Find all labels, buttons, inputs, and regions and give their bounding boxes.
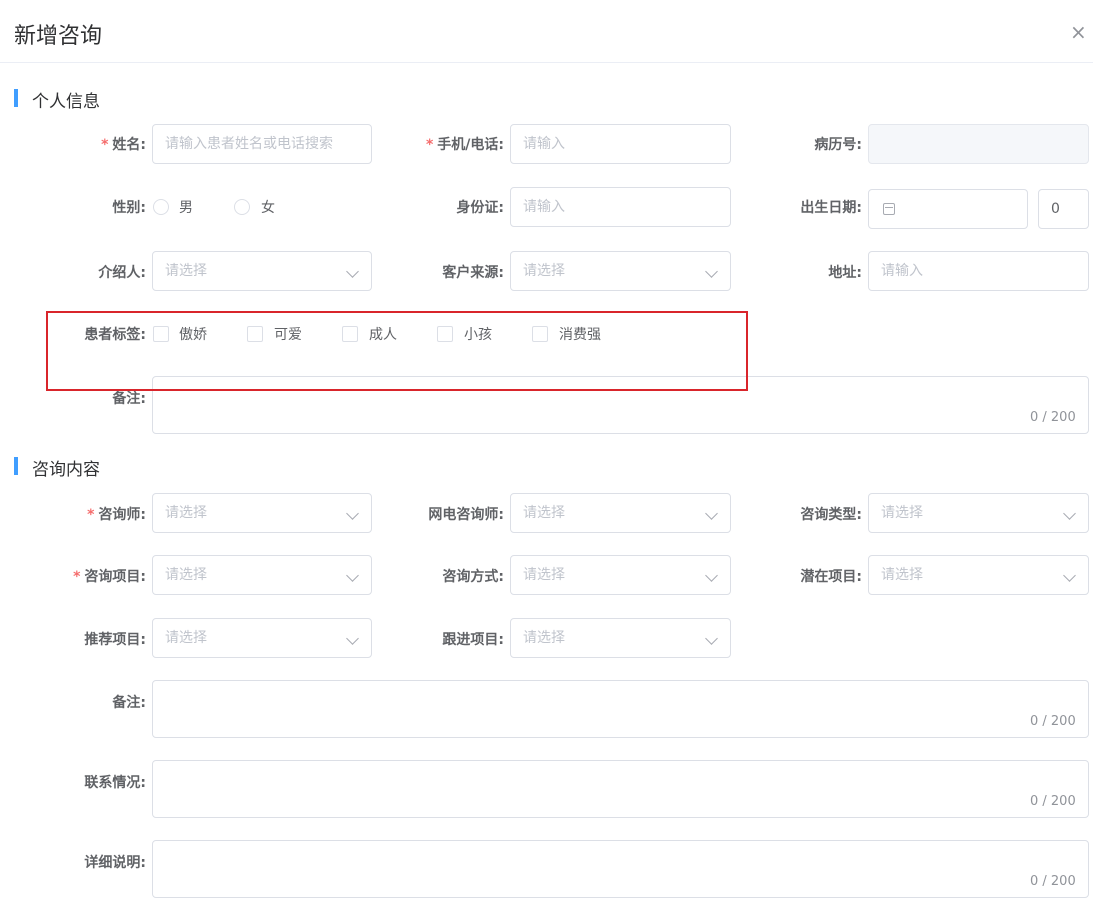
chevron-down-icon [346, 507, 359, 520]
header-divider [0, 62, 1093, 63]
method-select[interactable]: 请选择 [510, 555, 731, 595]
chevron-down-icon [705, 265, 718, 278]
required-mark: * [87, 507, 95, 523]
dialog-title: 新增咨询 [14, 24, 103, 49]
source-select[interactable]: 请选择 [510, 251, 731, 291]
name-label: * 姓名: [40, 134, 146, 154]
gender-label: 性别: [112, 200, 146, 216]
project-label-text: 咨询项目: [84, 569, 146, 585]
contact-textarea[interactable] [152, 760, 1089, 818]
consultant-label: * 咨询师: [40, 504, 146, 524]
char-counter: 0 / 200 [1030, 874, 1076, 889]
section-title-personal: 个人信息 [32, 92, 100, 112]
phone-label-text: 手机/电话: [437, 137, 504, 153]
consult-type-placeholder: 请选择 [881, 505, 923, 521]
chevron-down-icon [346, 569, 359, 582]
method-placeholder: 请选择 [523, 567, 565, 583]
chevron-down-icon [705, 632, 718, 645]
recommend-placeholder: 请选择 [165, 630, 207, 646]
source-placeholder: 请选择 [523, 263, 565, 279]
referrer-label: 介绍人: [98, 265, 146, 281]
chevron-down-icon [1063, 507, 1076, 520]
consult-type-select[interactable]: 请选择 [868, 493, 1089, 533]
chevron-down-icon [346, 632, 359, 645]
close-icon[interactable]: × [1070, 22, 1087, 42]
required-mark: * [425, 137, 434, 153]
consultant-select[interactable]: 请选择 [152, 493, 372, 533]
name-label-text: 姓名: [112, 137, 146, 153]
chevron-down-icon [705, 507, 718, 520]
consult-remark-label: 备注: [112, 695, 146, 711]
follow-select[interactable]: 请选择 [510, 618, 731, 658]
radio-male-label[interactable]: 男 [179, 197, 193, 217]
chevron-down-icon [705, 569, 718, 582]
recommend-select[interactable]: 请选择 [152, 618, 372, 658]
birth-label: 出生日期: [800, 200, 862, 216]
recommend-label: 推荐项目: [84, 632, 146, 648]
detail-textarea[interactable] [152, 840, 1089, 898]
section-marker [14, 89, 18, 107]
highlight-box [46, 311, 748, 391]
birth-date-picker[interactable] [868, 189, 1028, 229]
online-consultant-placeholder: 请选择 [523, 505, 565, 521]
section-title-consult: 咨询内容 [32, 460, 100, 480]
contact-label: 联系情况: [84, 775, 146, 791]
char-counter: 0 / 200 [1030, 410, 1076, 425]
name-input[interactable]: 请输入患者姓名或电话搜索 [152, 124, 372, 164]
radio-female[interactable] [234, 199, 250, 215]
char-counter: 0 / 200 [1030, 714, 1076, 729]
online-consultant-label: 网电咨询师: [428, 507, 504, 523]
section-marker [14, 457, 18, 475]
potential-placeholder: 请选择 [881, 567, 923, 583]
id-card-input[interactable]: 请输入 [510, 187, 731, 227]
consult-remark-textarea[interactable] [152, 680, 1089, 738]
char-counter: 0 / 200 [1030, 794, 1076, 809]
potential-label: 潜在项目: [800, 569, 862, 585]
source-label: 客户来源: [442, 265, 504, 281]
potential-select[interactable]: 请选择 [868, 555, 1089, 595]
personal-remark-label: 备注: [112, 391, 146, 407]
address-label: 地址: [828, 265, 862, 281]
radio-male[interactable] [153, 199, 169, 215]
follow-label: 跟进项目: [442, 632, 504, 648]
consult-type-label: 咨询类型: [800, 507, 862, 523]
record-no-label: 病历号: [814, 137, 862, 153]
address-input[interactable]: 请输入 [868, 251, 1089, 291]
referrer-placeholder: 请选择 [165, 263, 207, 279]
record-no-input [868, 124, 1089, 164]
chevron-down-icon [346, 265, 359, 278]
calendar-icon [883, 203, 895, 215]
phone-label: * 手机/电话: [398, 134, 504, 154]
follow-placeholder: 请选择 [523, 630, 565, 646]
consultant-placeholder: 请选择 [165, 505, 207, 521]
method-label: 咨询方式: [442, 569, 504, 585]
online-consultant-select[interactable]: 请选择 [510, 493, 731, 533]
chevron-down-icon [1063, 569, 1076, 582]
radio-female-label[interactable]: 女 [261, 197, 275, 217]
required-mark: * [101, 137, 109, 153]
phone-input[interactable]: 请输入 [510, 124, 731, 164]
project-placeholder: 请选择 [165, 567, 207, 583]
referrer-select[interactable]: 请选择 [152, 251, 372, 291]
project-select[interactable]: 请选择 [152, 555, 372, 595]
detail-label: 详细说明: [84, 855, 146, 871]
consultant-label-text: 咨询师: [98, 507, 146, 523]
project-label: * 咨询项目: [40, 566, 146, 586]
id-card-label: 身份证: [456, 200, 504, 216]
required-mark: * [73, 569, 81, 585]
age-input[interactable]: 0 [1038, 189, 1089, 229]
